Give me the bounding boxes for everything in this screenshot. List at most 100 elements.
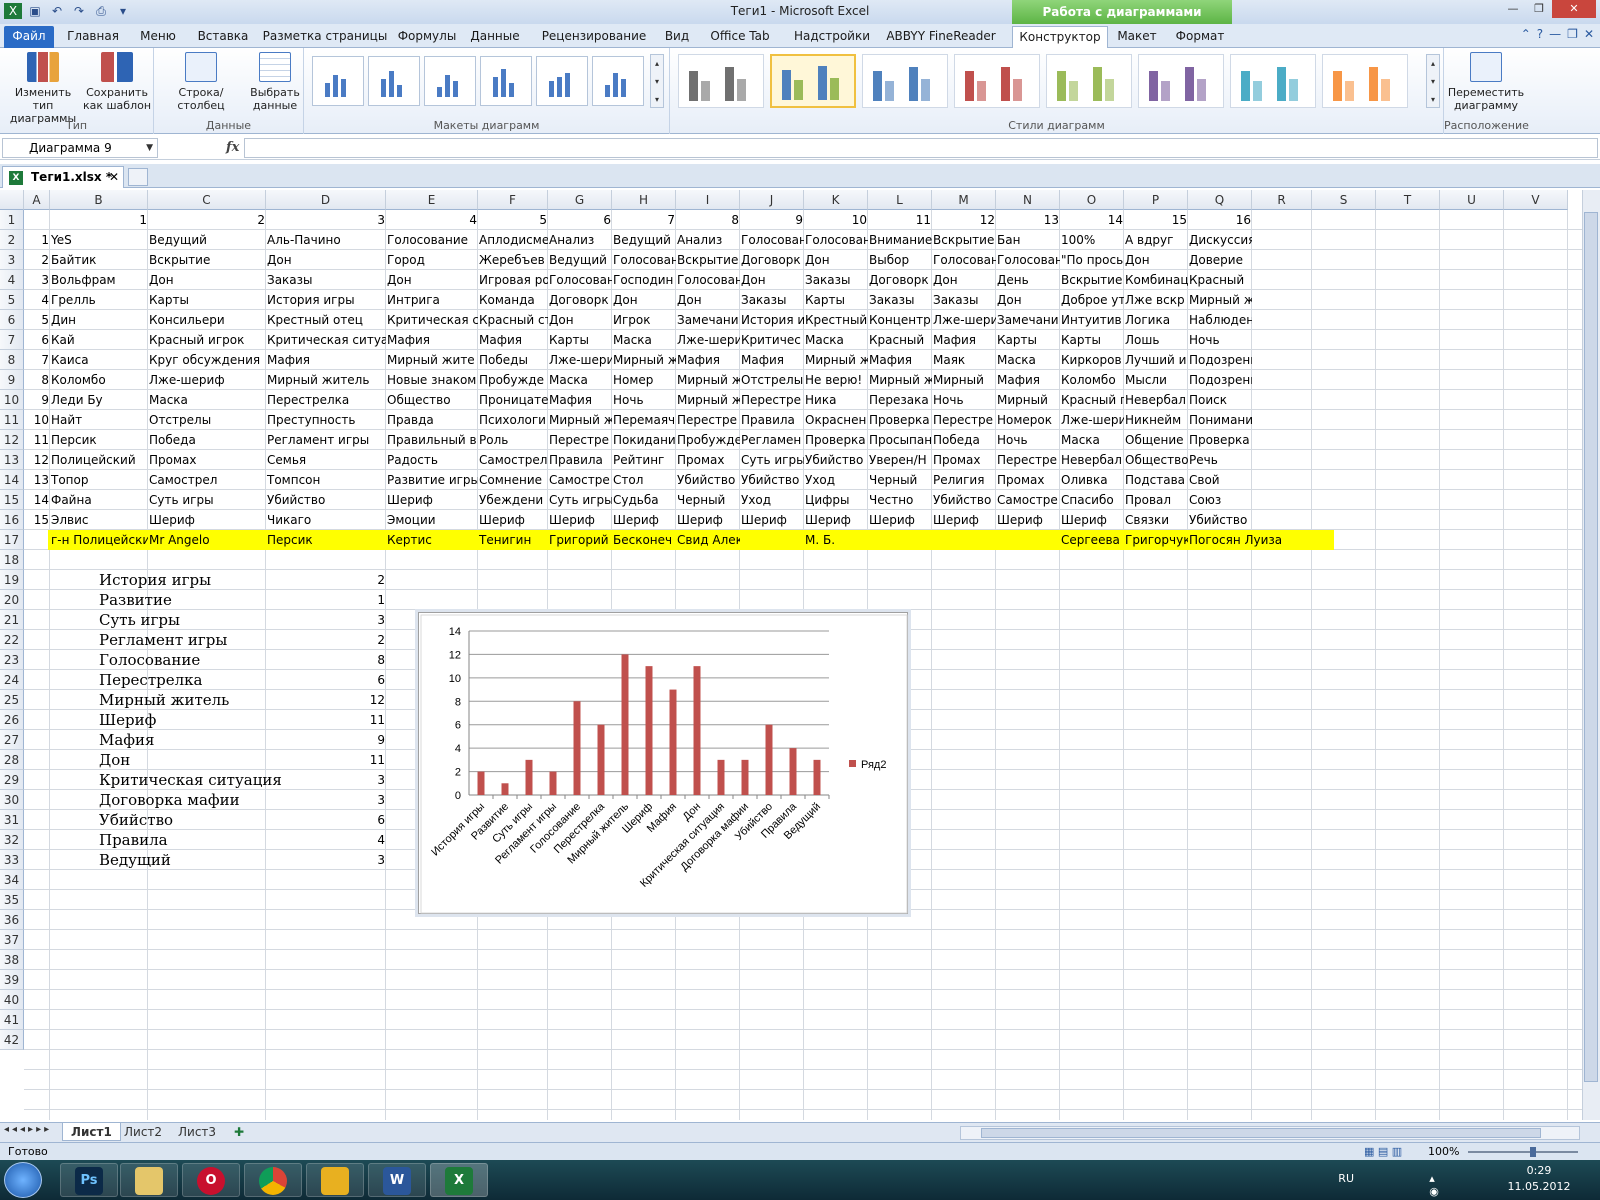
row-header-39[interactable]: 39: [0, 970, 24, 990]
table-cell[interactable]: Вскрытие: [676, 250, 740, 270]
select-all-corner[interactable]: [0, 190, 24, 210]
table-cell[interactable]: Город: [386, 250, 478, 270]
table-cell[interactable]: 100%: [1060, 230, 1124, 250]
table-cell[interactable]: Концентр: [868, 310, 932, 330]
table-cell[interactable]: Карты: [548, 330, 612, 350]
table-cell[interactable]: Маска: [548, 370, 612, 390]
table-cell[interactable]: Суть игры: [740, 450, 804, 470]
table-cell[interactable]: Элвис: [50, 510, 148, 530]
table-cell[interactable]: Самострел: [148, 470, 266, 490]
table-cell[interactable]: Аплодисме: [478, 230, 548, 250]
author-cell[interactable]: М. Б.: [804, 530, 868, 550]
table-cell[interactable]: Подозрение: [1188, 350, 1252, 370]
table-cell[interactable]: Сомнение: [478, 470, 548, 490]
row-header-4[interactable]: 4: [0, 270, 24, 290]
row-header-26[interactable]: 26: [0, 710, 24, 730]
tab-layout[interactable]: Макет: [1112, 26, 1162, 48]
table-cell[interactable]: Мафия: [478, 330, 548, 350]
table-cell[interactable]: Поиск: [1188, 390, 1252, 410]
table-cell[interactable]: Мирный ж: [676, 390, 740, 410]
table-cell[interactable]: Мирный ж: [804, 350, 868, 370]
table-cell[interactable]: Шериф: [804, 510, 868, 530]
row-header-12[interactable]: 12: [0, 430, 24, 450]
summary-value-cell[interactable]: 6: [266, 670, 386, 690]
table-cell[interactable]: Договорк: [548, 290, 612, 310]
table-cell[interactable]: Убийство: [740, 470, 804, 490]
column-header-U[interactable]: U: [1440, 190, 1504, 210]
table-cell[interactable]: Понимание: [1188, 410, 1252, 430]
author-cell[interactable]: Свид Алексей: [676, 530, 740, 550]
table-cell[interactable]: Заказы: [804, 270, 868, 290]
row-header-6[interactable]: 6: [0, 310, 24, 330]
table-cell[interactable]: История игры: [266, 290, 386, 310]
tray-icons[interactable]: ▴ ◉ ▣ ◐ ◀): [1429, 1172, 1454, 1200]
summary-value-cell[interactable]: 1: [266, 590, 386, 610]
summary-label-cell[interactable]: Голосование: [98, 650, 264, 670]
table-cell[interactable]: Ведущий: [548, 250, 612, 270]
taskbar-winamp[interactable]: [306, 1163, 364, 1197]
author-cell[interactable]: [740, 530, 804, 550]
vertical-scrollbar[interactable]: [1582, 190, 1600, 1120]
taskbar-explorer[interactable]: [120, 1163, 178, 1197]
author-cell[interactable]: Григорчук: [1124, 530, 1188, 550]
clock-date[interactable]: 11.05.2012: [1504, 1180, 1574, 1193]
table-cell[interactable]: Ночь: [932, 390, 996, 410]
close-icon[interactable]: ✕: [1552, 0, 1596, 18]
table-cell[interactable]: Аль-Пачино: [266, 230, 386, 250]
table-cell[interactable]: Отстрелы: [740, 370, 804, 390]
table-cell[interactable]: Консильери: [148, 310, 266, 330]
table-cell[interactable]: Доверие: [1188, 250, 1252, 270]
table-cell[interactable]: Мирный жите: [386, 350, 478, 370]
view-buttons[interactable]: ▦ ▤ ▥: [1364, 1143, 1402, 1161]
row-index-cell[interactable]: 7: [24, 350, 50, 370]
table-cell[interactable]: История и: [740, 310, 804, 330]
row-index-cell[interactable]: 8: [24, 370, 50, 390]
table-cell[interactable]: Пробужде: [676, 430, 740, 450]
table-cell[interactable]: Религия: [932, 470, 996, 490]
table-cell[interactable]: Перестре: [740, 390, 804, 410]
table-cell[interactable]: Номерок: [996, 410, 1060, 430]
summary-label-cell[interactable]: Развитие: [98, 590, 264, 610]
table-cell[interactable]: Жеребъев: [478, 250, 548, 270]
table-cell[interactable]: Цифры: [804, 490, 868, 510]
table-cell[interactable]: Мафия: [548, 390, 612, 410]
row-index-cell[interactable]: 13: [24, 470, 50, 490]
chart-style-7[interactable]: [1230, 54, 1316, 108]
row-index-cell[interactable]: 14: [24, 490, 50, 510]
header-number-cell[interactable]: 12: [932, 210, 996, 230]
column-header-E[interactable]: E: [386, 190, 478, 210]
zoom-level[interactable]: 100%: [1428, 1143, 1459, 1161]
table-cell[interactable]: Новые знаком: [386, 370, 478, 390]
table-cell[interactable]: Выбор: [868, 250, 932, 270]
table-cell[interactable]: Шериф: [1060, 510, 1124, 530]
column-header-H[interactable]: H: [612, 190, 676, 210]
table-cell[interactable]: Подозрение: [1188, 370, 1252, 390]
table-cell[interactable]: Оливка: [1060, 470, 1124, 490]
row-header-14[interactable]: 14: [0, 470, 24, 490]
summary-value-cell[interactable]: 9: [266, 730, 386, 750]
author-cell[interactable]: Погосян Луиза: [1188, 530, 1282, 550]
table-cell[interactable]: Честно: [868, 490, 932, 510]
row-header-41[interactable]: 41: [0, 1010, 24, 1030]
table-cell[interactable]: Замечани: [676, 310, 740, 330]
table-cell[interactable]: Победа: [148, 430, 266, 450]
table-cell[interactable]: Чикаго: [266, 510, 386, 530]
column-header-G[interactable]: G: [548, 190, 612, 210]
row-index-cell[interactable]: 9: [24, 390, 50, 410]
summary-label-cell[interactable]: Перестрелка: [98, 670, 264, 690]
chart-layout-3[interactable]: [424, 56, 476, 106]
minimize-ribbon-icon[interactable]: ⌃: [1521, 27, 1531, 41]
row-index-cell[interactable]: 12: [24, 450, 50, 470]
table-cell[interactable]: Речь: [1188, 450, 1252, 470]
table-cell[interactable]: Общество: [1124, 450, 1188, 470]
table-cell[interactable]: Суть игры: [148, 490, 266, 510]
zoom-slider-thumb[interactable]: [1530, 1147, 1536, 1157]
table-cell[interactable]: Критичес: [740, 330, 804, 350]
table-cell[interactable]: Господин: [612, 270, 676, 290]
row-index-cell[interactable]: 2: [24, 250, 50, 270]
author-cell[interactable]: [996, 530, 1060, 550]
table-cell[interactable]: Лошь: [1124, 330, 1188, 350]
chart-layout-2[interactable]: [368, 56, 420, 106]
table-cell[interactable]: Свой: [1188, 470, 1252, 490]
vertical-scroll-thumb[interactable]: [1584, 212, 1598, 1082]
